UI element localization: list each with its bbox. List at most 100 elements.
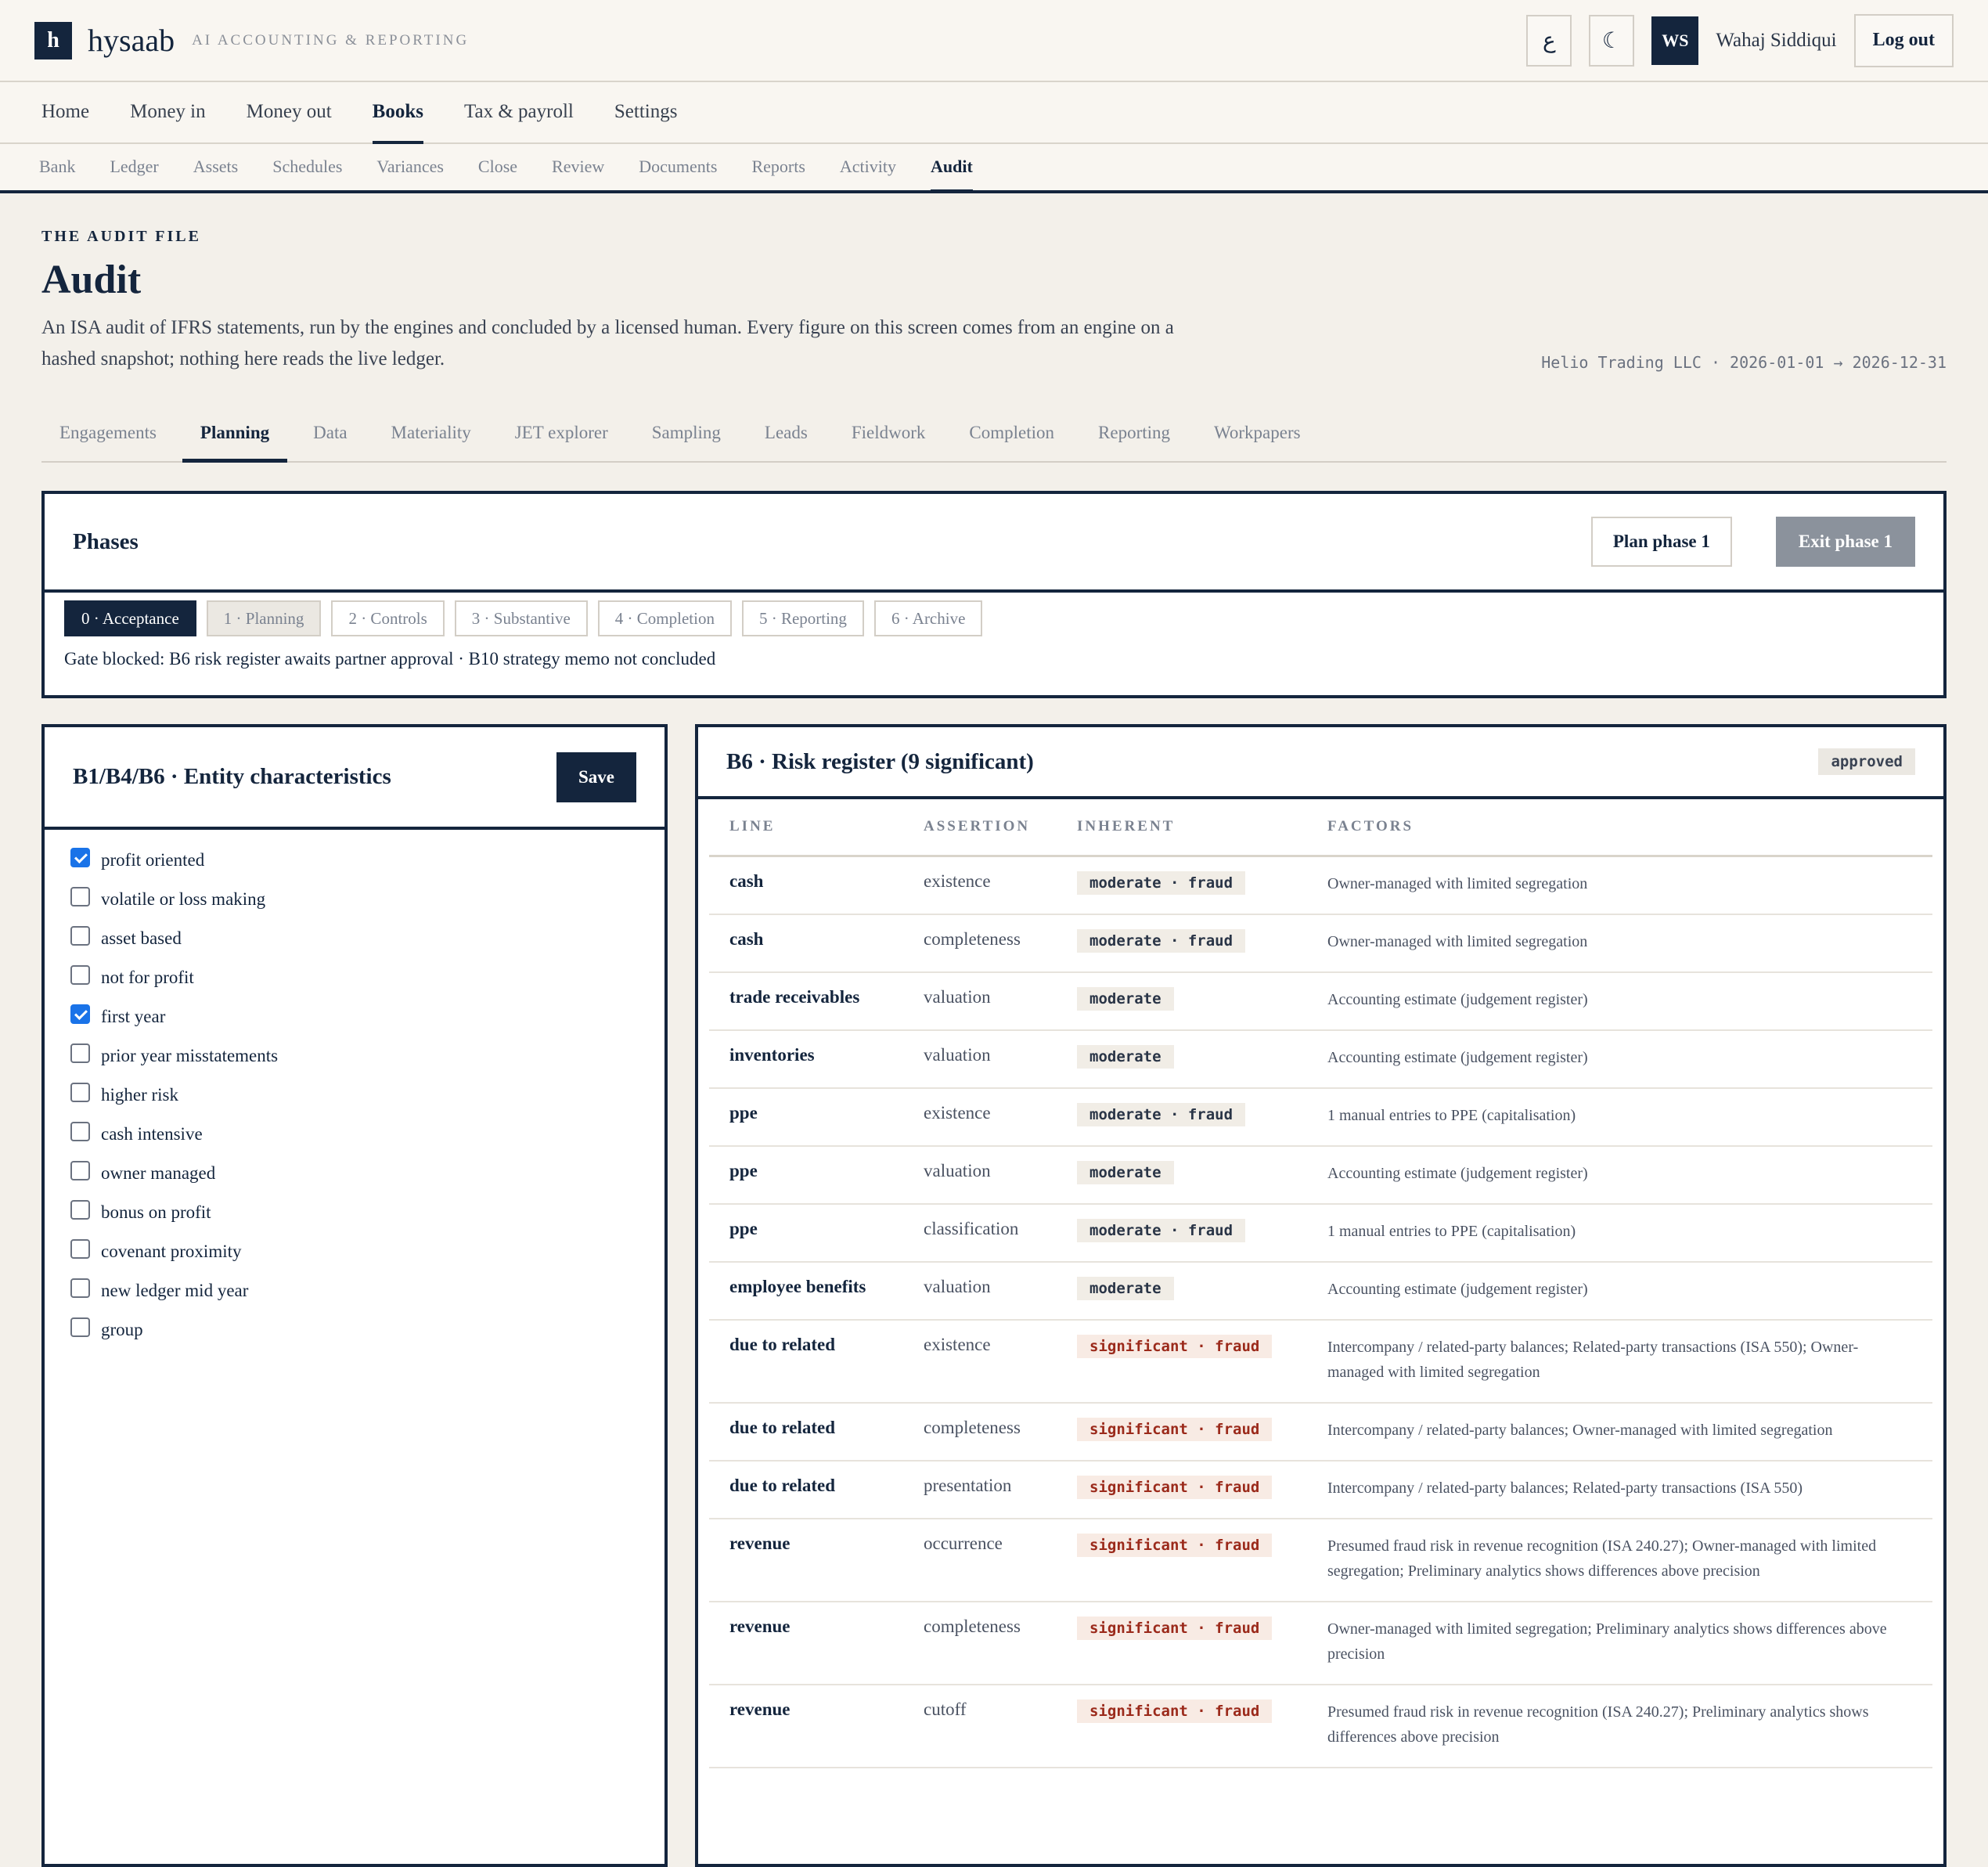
- characteristic-label: volatile or loss making: [101, 889, 266, 909]
- main-nav-tax-payroll[interactable]: Tax & payroll: [464, 82, 574, 144]
- tab-data[interactable]: Data: [295, 406, 365, 463]
- avatar[interactable]: WS: [1651, 16, 1699, 65]
- characteristic-checkbox[interactable]: [70, 886, 90, 906]
- risk-inherent-cell: moderate: [1057, 1261, 1307, 1321]
- sub-nav-reports[interactable]: Reports: [751, 144, 805, 193]
- tab-jet-explorer[interactable]: JET explorer: [497, 406, 626, 463]
- sub-nav-schedules[interactable]: Schedules: [272, 144, 342, 193]
- characteristic-label: asset based: [101, 928, 182, 948]
- phase-steps: 0 · Acceptance 1 · Planning 2 · Controls 3 …: [45, 593, 1943, 636]
- risk-line: revenue: [709, 1601, 903, 1685]
- characteristic-row[interactable]: prior year misstatements: [70, 1036, 636, 1076]
- sub-nav-activity[interactable]: Activity: [840, 144, 896, 193]
- characteristic-row[interactable]: covenant proximity: [70, 1232, 636, 1271]
- characteristic-row[interactable]: group: [70, 1310, 636, 1350]
- sub-nav-ledger[interactable]: Ledger: [110, 144, 158, 193]
- characteristic-label: cash intensive: [101, 1124, 203, 1144]
- characteristic-label: group: [101, 1320, 143, 1339]
- characteristic-checkbox[interactable]: [70, 1004, 90, 1024]
- table-row: due to related existence significant · fra…: [709, 1319, 1932, 1404]
- main-nav-home[interactable]: Home: [41, 82, 89, 144]
- tab-engagements[interactable]: Engagements: [41, 406, 175, 463]
- characteristic-checkbox[interactable]: [70, 1160, 90, 1180]
- plan-phase-button[interactable]: Plan phase 1: [1590, 517, 1732, 567]
- table-row: revenue completeness significant · fraud Ow…: [709, 1601, 1932, 1685]
- risk-line: trade receivables: [709, 971, 903, 1031]
- sub-nav-bank[interactable]: Bank: [39, 144, 75, 193]
- characteristic-row[interactable]: cash intensive: [70, 1115, 636, 1154]
- table-row: due to related completeness significant · …: [709, 1402, 1932, 1462]
- characteristic-row[interactable]: not for profit: [70, 958, 636, 997]
- brand-tagline: AI ACCOUNTING & REPORTING: [192, 31, 470, 49]
- sub-nav-assets[interactable]: Assets: [193, 144, 238, 193]
- sub-nav-review[interactable]: Review: [552, 144, 604, 193]
- risk-factors: Intercompany / related-party balances; R…: [1307, 1460, 1932, 1519]
- characteristic-row[interactable]: higher risk: [70, 1076, 636, 1115]
- inherent-badge: moderate: [1077, 1276, 1174, 1300]
- language-toggle-button[interactable]: ع: [1526, 14, 1572, 67]
- characteristic-row[interactable]: new ledger mid year: [70, 1271, 636, 1310]
- characteristic-row[interactable]: first year: [70, 997, 636, 1036]
- main-nav-settings[interactable]: Settings: [614, 82, 678, 144]
- inherent-badge: significant · fraud: [1077, 1533, 1273, 1557]
- risk-inherent-cell: significant · fraud: [1057, 1460, 1307, 1519]
- brand-logo[interactable]: h: [34, 21, 72, 59]
- column-header: ASSERTION: [903, 799, 1057, 857]
- risk-assertion: classification: [903, 1203, 1057, 1263]
- characteristic-checkbox[interactable]: [70, 1278, 90, 1298]
- tab-fieldwork[interactable]: Fieldwork: [834, 406, 944, 463]
- brand-name[interactable]: hysaab: [88, 22, 175, 59]
- characteristic-checkbox[interactable]: [70, 847, 90, 867]
- phase-step[interactable]: 3 · Substantive: [454, 600, 588, 636]
- table-row: cash existence moderate · fraud Owner-manag…: [709, 856, 1932, 915]
- phase-step[interactable]: 1 · Planning: [206, 600, 322, 636]
- tab-workpapers[interactable]: Workpapers: [1196, 406, 1319, 463]
- phase-step[interactable]: 4 · Completion: [597, 600, 732, 636]
- phase-step[interactable]: 5 · Reporting: [741, 600, 864, 636]
- table-row: trade receivables valuation moderate Accoun…: [709, 971, 1932, 1031]
- tab-leads[interactable]: Leads: [747, 406, 826, 463]
- logout-button[interactable]: Log out: [1853, 13, 1954, 67]
- save-button[interactable]: Save: [556, 751, 636, 802]
- table-row: inventories valuation moderate Accounting e…: [709, 1029, 1932, 1089]
- characteristic-row[interactable]: bonus on profit: [70, 1193, 636, 1232]
- characteristic-checkbox[interactable]: [70, 964, 90, 985]
- phase-step[interactable]: 6 · Archive: [873, 600, 983, 636]
- sub-nav-documents[interactable]: Documents: [639, 144, 717, 193]
- characteristic-row[interactable]: asset based: [70, 919, 636, 958]
- table-row: ppe classification moderate · fraud 1 manua…: [709, 1203, 1932, 1263]
- phase-step[interactable]: 0 · Acceptance: [64, 600, 196, 636]
- risk-inherent-cell: moderate: [1057, 1029, 1307, 1089]
- characteristic-label: not for profit: [101, 968, 194, 987]
- risk-assertion: valuation: [903, 1261, 1057, 1321]
- tab-planning[interactable]: Planning: [182, 406, 288, 463]
- tab-completion[interactable]: Completion: [951, 406, 1072, 463]
- main-nav-books[interactable]: Books: [372, 82, 423, 144]
- characteristic-checkbox[interactable]: [70, 1082, 90, 1102]
- risk-inherent-cell: moderate · fraud: [1057, 1087, 1307, 1147]
- exit-phase-button[interactable]: Exit phase 1: [1775, 517, 1915, 567]
- main-nav-money-out[interactable]: Money out: [247, 82, 332, 144]
- sub-nav-audit[interactable]: Audit: [931, 144, 973, 193]
- characteristic-checkbox[interactable]: [70, 1238, 90, 1259]
- characteristic-row[interactable]: profit oriented: [70, 841, 636, 880]
- main-nav-money-in[interactable]: Money in: [130, 82, 206, 144]
- characteristic-checkbox[interactable]: [70, 1043, 90, 1063]
- risk-factors: Owner-managed with limited segregation; …: [1307, 1601, 1932, 1685]
- tab-reporting[interactable]: Reporting: [1080, 406, 1188, 463]
- characteristic-checkbox[interactable]: [70, 1199, 90, 1220]
- characteristic-checkbox[interactable]: [70, 1317, 90, 1337]
- characteristic-checkbox[interactable]: [70, 925, 90, 946]
- characteristic-row[interactable]: owner managed: [70, 1154, 636, 1193]
- risk-line: ppe: [709, 1203, 903, 1263]
- characteristic-checkbox[interactable]: [70, 1121, 90, 1141]
- sub-nav-close[interactable]: Close: [478, 144, 517, 193]
- tab-sampling[interactable]: Sampling: [634, 406, 739, 463]
- phase-step[interactable]: 2 · Controls: [331, 600, 445, 636]
- tab-materiality[interactable]: Materiality: [373, 406, 489, 463]
- risk-inherent-cell: moderate: [1057, 971, 1307, 1031]
- characteristics-list: profit oriented volatile or loss making as…: [45, 830, 664, 1350]
- characteristic-row[interactable]: volatile or loss making: [70, 880, 636, 919]
- sub-nav-variances[interactable]: Variances: [376, 144, 444, 193]
- theme-toggle-button[interactable]: ☾: [1589, 14, 1635, 67]
